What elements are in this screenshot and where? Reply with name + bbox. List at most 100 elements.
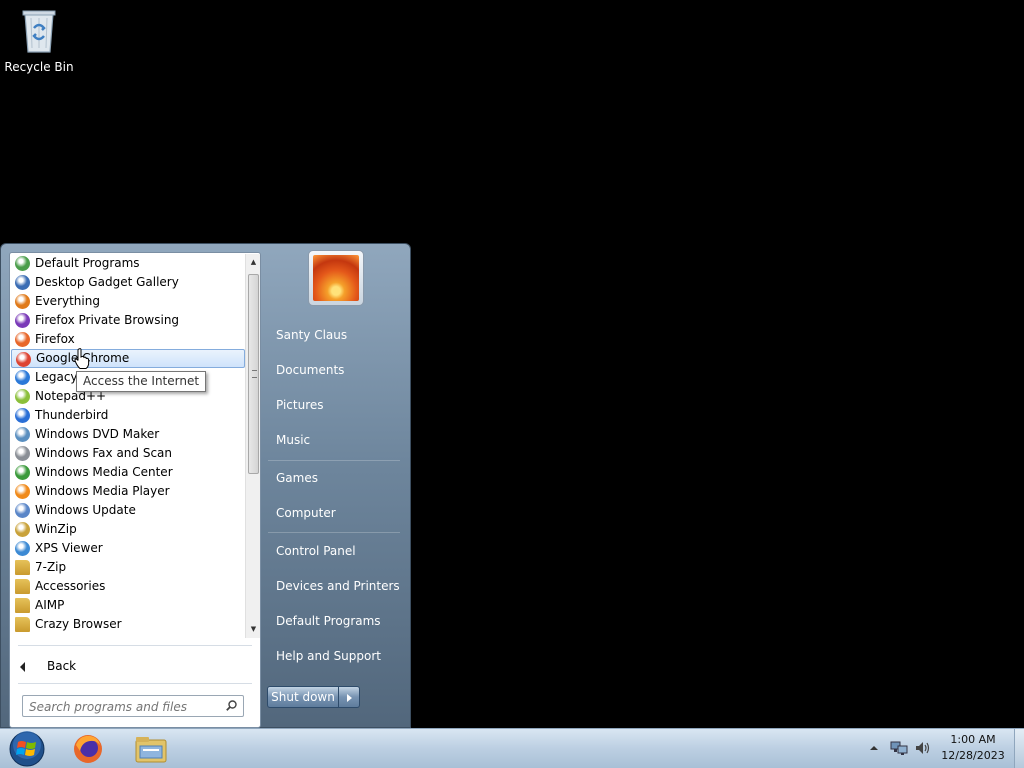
right-item-music[interactable]: Music	[276, 432, 310, 448]
taskbar-clock[interactable]: 1:00 AM 12/28/2023	[940, 732, 1006, 764]
scroll-down-arrow-icon[interactable]: ▼	[246, 621, 261, 638]
user-photo-flower	[313, 255, 359, 301]
program-label: 7-Zip	[35, 560, 67, 574]
program-item[interactable]: AIMP	[11, 596, 245, 615]
program-label: Default Programs	[35, 256, 140, 270]
program-item[interactable]: Everything	[11, 292, 245, 311]
program-item[interactable]: Accessories	[11, 577, 245, 596]
search-box[interactable]	[22, 695, 244, 717]
media-player-icon	[15, 484, 30, 499]
program-item[interactable]: Google Chrome	[11, 349, 245, 368]
program-item[interactable]: Windows DVD Maker	[11, 425, 245, 444]
start-button[interactable]	[6, 730, 48, 768]
right-item-devices-printers[interactable]: Devices and Printers	[276, 578, 400, 594]
recycle-bin-label: Recycle Bin	[4, 60, 74, 74]
program-item[interactable]: Thunderbird	[11, 406, 245, 425]
dvd-maker-icon	[15, 427, 30, 442]
scrollbar-thumb[interactable]	[248, 274, 259, 474]
fax-scan-icon	[15, 446, 30, 461]
program-item[interactable]: 7-Zip	[11, 558, 245, 577]
scroll-grip-icon	[252, 370, 257, 378]
clock-time: 1:00 AM	[950, 733, 996, 746]
program-item[interactable]: Windows Media Player	[11, 482, 245, 501]
back-button[interactable]: Back	[20, 656, 76, 676]
volume-icon[interactable]	[914, 740, 932, 756]
program-item[interactable]: Windows Update	[11, 501, 245, 520]
scroll-up-arrow-icon[interactable]: ▲	[246, 254, 261, 271]
xps-viewer-icon	[15, 541, 30, 556]
right-item-default-programs[interactable]: Default Programs	[276, 613, 381, 629]
recycle-bin-icon	[19, 6, 59, 54]
right-separator	[268, 460, 400, 461]
program-label: Crazy Browser	[35, 617, 122, 631]
program-label: XPS Viewer	[35, 541, 103, 555]
right-item-help-support[interactable]: Help and Support	[276, 648, 381, 664]
right-item-games[interactable]: Games	[276, 470, 318, 486]
program-label: Desktop Gadget Gallery	[35, 275, 179, 289]
clock-date: 12/28/2023	[941, 749, 1005, 762]
shutdown-button[interactable]: Shut down	[267, 686, 339, 708]
shutdown-options-button[interactable]	[339, 686, 360, 708]
program-label: Firefox	[35, 332, 75, 346]
folder-icon	[15, 617, 30, 632]
chrome-icon	[16, 352, 31, 367]
folder-icon	[15, 579, 30, 594]
program-item[interactable]: Default Programs	[11, 254, 245, 273]
firefox-private-icon	[15, 313, 30, 328]
program-item[interactable]: WinZip	[11, 520, 245, 539]
program-label: Windows Fax and Scan	[35, 446, 173, 460]
network-icon[interactable]	[890, 740, 908, 756]
back-label: Back	[47, 659, 77, 673]
chevron-right-icon	[347, 694, 352, 702]
separator	[18, 645, 252, 646]
program-label: AIMP	[35, 598, 65, 612]
show-desktop-button[interactable]	[1014, 729, 1024, 768]
search-icon[interactable]	[226, 700, 237, 711]
program-item[interactable]: Crazy Browser	[11, 615, 245, 634]
right-item-pictures[interactable]: Pictures	[276, 397, 324, 413]
program-label: Firefox Private Browsing	[35, 313, 180, 327]
firefox-taskbar-button[interactable]	[68, 731, 108, 767]
right-item-user[interactable]: Santy Claus	[276, 327, 347, 343]
shutdown-group: Shut down	[267, 686, 360, 708]
everything-magnifier-icon	[15, 294, 30, 309]
program-label: Legacy	[35, 370, 78, 384]
thunderbird-icon	[15, 408, 30, 423]
firefox-taskbar-icon	[74, 735, 102, 763]
winzip-icon	[15, 522, 30, 537]
right-item-documents[interactable]: Documents	[276, 362, 344, 378]
all-programs-list: Default Programs Desktop Gadget Gallery Ev…	[11, 254, 245, 638]
program-label: Everything	[35, 294, 100, 308]
program-label: Thunderbird	[35, 408, 109, 422]
right-item-computer[interactable]: Computer	[276, 505, 336, 521]
program-item[interactable]: XPS Viewer	[11, 539, 245, 558]
show-hidden-icons-chevron-up-icon[interactable]	[869, 744, 879, 752]
explorer-taskbar-button[interactable]	[131, 731, 171, 767]
recycle-bin-desktop-icon[interactable]: Recycle Bin	[4, 6, 74, 74]
firefox-icon	[15, 332, 30, 347]
program-label: Accessories	[35, 579, 106, 593]
media-center-icon	[15, 465, 30, 480]
right-separator	[268, 532, 400, 533]
right-item-control-panel[interactable]: Control Panel	[276, 543, 356, 559]
gadget-gallery-icon	[15, 275, 30, 290]
programs-scrollbar[interactable]: ▲ ▼	[245, 254, 260, 638]
program-item[interactable]: Windows Fax and Scan	[11, 444, 245, 463]
program-item[interactable]: Windows Media Center	[11, 463, 245, 482]
search-input[interactable]	[23, 697, 213, 717]
program-item[interactable]: Desktop Gadget Gallery	[11, 273, 245, 292]
explorer-taskbar-icon	[135, 737, 167, 763]
program-label: Windows Update	[35, 503, 136, 517]
hand-cursor-icon	[74, 348, 90, 369]
program-item[interactable]: Firefox Private Browsing	[11, 311, 245, 330]
windows-orb-icon	[9, 731, 45, 767]
separator	[18, 683, 252, 684]
folder-icon	[15, 560, 30, 575]
user-picture[interactable]	[308, 250, 364, 306]
program-label: Windows Media Player	[35, 484, 170, 498]
program-label: Windows DVD Maker	[35, 427, 160, 441]
program-item[interactable]: Firefox	[11, 330, 245, 349]
program-label: Windows Media Center	[35, 465, 173, 479]
tooltip: Access the Internet	[76, 371, 207, 392]
programs-pane: Default Programs Desktop Gadget Gallery Ev…	[9, 252, 261, 728]
